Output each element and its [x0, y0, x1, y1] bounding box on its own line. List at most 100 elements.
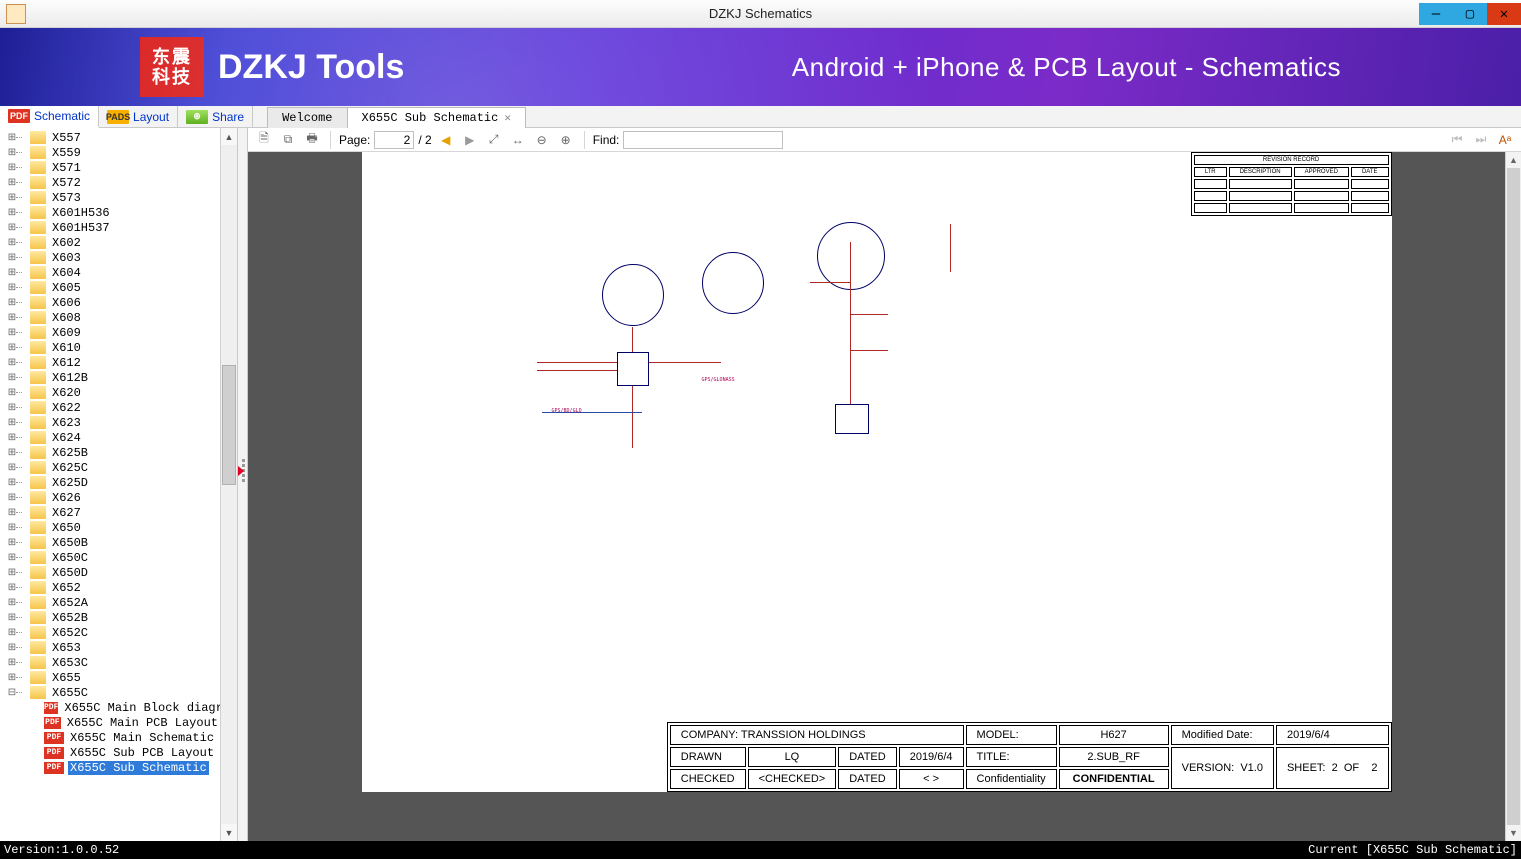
tree-folder[interactable]: ⊞X652B	[6, 610, 220, 625]
tree-folder[interactable]: ⊞X653	[6, 640, 220, 655]
tree-folder-open[interactable]: ⊟X655C	[6, 685, 220, 700]
tree-folder[interactable]: ⊞X573	[6, 190, 220, 205]
find-input[interactable]	[623, 131, 783, 149]
viewer-scroll-down-icon[interactable]: ▼	[1506, 825, 1521, 841]
tree-folder[interactable]: ⊞X655	[6, 670, 220, 685]
viewer-canvas[interactable]: REVISION RECORD LTR DESCRIPTION APPROVED…	[248, 152, 1505, 841]
tree-folder[interactable]: ⊞X653C	[6, 655, 220, 670]
tree-folder[interactable]: ⊞X625B	[6, 445, 220, 460]
minimize-button[interactable]: —	[1419, 3, 1453, 25]
tree-folder[interactable]: ⊞X620	[6, 385, 220, 400]
pdf-file-icon: PDF	[44, 747, 64, 759]
tree-folder[interactable]: ⊞X571	[6, 160, 220, 175]
tree-folder[interactable]: ⊞X652A	[6, 595, 220, 610]
tree-scrollbar[interactable]: ▲ ▼	[220, 128, 237, 841]
close-button[interactable]: ✕	[1487, 3, 1521, 25]
tree-file[interactable]: PDFX655C Main PCB Layout	[6, 715, 220, 730]
viewer-scroll-up-icon[interactable]: ▲	[1506, 152, 1521, 168]
tree-folder[interactable]: ⊞X622	[6, 400, 220, 415]
tb-conf-value: CONFIDENTIAL	[1059, 769, 1169, 789]
sidetab-label: Layout	[133, 110, 169, 124]
print-icon[interactable]: 🖶	[302, 130, 322, 150]
logo-line2: 科技	[152, 67, 192, 87]
tree-label: X612	[50, 356, 83, 370]
tree-file[interactable]: PDFX655C Main Block diagram	[6, 700, 220, 715]
tree-folder[interactable]: ⊞X604	[6, 265, 220, 280]
tree-file[interactable]: PDFX655C Sub Schematic	[6, 760, 220, 775]
prev-page-icon[interactable]: ◀	[436, 130, 456, 150]
brand-logo: 东震 科技	[140, 37, 204, 97]
tree-label: X650	[50, 521, 83, 535]
scroll-down-icon[interactable]: ▼	[221, 824, 237, 841]
tree-folder[interactable]: ⊞X624	[6, 430, 220, 445]
text-style-icon[interactable]: Aᵃ	[1495, 130, 1515, 150]
tree-folder[interactable]: ⊞X652	[6, 580, 220, 595]
find-next-icon[interactable]: ⏭	[1471, 130, 1491, 150]
page-input[interactable]	[374, 131, 414, 149]
folder-icon	[30, 281, 46, 294]
tree-folder[interactable]: ⊞X605	[6, 280, 220, 295]
tree-label: X623	[50, 416, 83, 430]
copy-icon[interactable]: ⧉	[278, 130, 298, 150]
tree-folder[interactable]: ⊞X609	[6, 325, 220, 340]
tree-label: X627	[50, 506, 83, 520]
tree-folder[interactable]: ⊞X601H536	[6, 205, 220, 220]
tree-folder[interactable]: ⊞X650	[6, 520, 220, 535]
tree-folder[interactable]: ⊞X612	[6, 355, 220, 370]
tree-file[interactable]: PDFX655C Sub PCB Layout	[6, 745, 220, 760]
doctab-welcome[interactable]: Welcome	[267, 107, 347, 128]
folder-icon	[30, 161, 46, 174]
folder-icon	[30, 656, 46, 669]
viewer-scrollbar[interactable]: ▲ ▼	[1505, 152, 1521, 841]
folder-icon	[30, 626, 46, 639]
tree-folder[interactable]: ⊞X608	[6, 310, 220, 325]
tree-folder[interactable]: ⊞X623	[6, 415, 220, 430]
splitter[interactable]	[238, 128, 248, 841]
tb-company: COMPANY: TRANSSION HOLDINGS	[670, 725, 964, 745]
doctab-x655c-sub-schematic[interactable]: X655C Sub Schematic ✕	[347, 107, 526, 128]
save-icon[interactable]: 🗎	[254, 130, 274, 150]
folder-icon	[30, 266, 46, 279]
tree-folder[interactable]: ⊞X650C	[6, 550, 220, 565]
find-label: Find:	[593, 133, 620, 147]
scroll-up-icon[interactable]: ▲	[221, 128, 237, 145]
tree-label: X603	[50, 251, 83, 265]
scroll-thumb[interactable]	[222, 365, 236, 485]
tree-folder[interactable]: ⊞X572	[6, 175, 220, 190]
fit-width-icon[interactable]: ↔	[508, 130, 528, 150]
tree-file[interactable]: PDFX655C Main Schematic	[6, 730, 220, 745]
tree-folder[interactable]: ⊞X559	[6, 145, 220, 160]
fit-page-icon[interactable]: ⤢	[484, 130, 504, 150]
find-prev-icon[interactable]: ⏮	[1447, 130, 1467, 150]
tree-folder[interactable]: ⊞X650B	[6, 535, 220, 550]
tree-folder[interactable]: ⊞X625D	[6, 475, 220, 490]
tree-pane: ⊞X557⊞X559⊞X571⊞X572⊞X573⊞X601H536⊞X601H…	[0, 128, 238, 841]
file-tree[interactable]: ⊞X557⊞X559⊞X571⊞X572⊞X573⊞X601H536⊞X601H…	[0, 128, 220, 841]
sidetab-share[interactable]: ⊕ Share	[178, 106, 253, 127]
doctab-close-icon[interactable]: ✕	[504, 111, 511, 125]
tree-folder[interactable]: ⊞X650D	[6, 565, 220, 580]
tree-folder[interactable]: ⊞X601H537	[6, 220, 220, 235]
tree-label: X655C Sub Schematic	[68, 761, 209, 775]
viewer-scroll-thumb[interactable]	[1507, 168, 1520, 825]
sidetab-schematic[interactable]: PDF Schematic	[0, 106, 99, 128]
tree-folder[interactable]: ⊞X557	[6, 130, 220, 145]
tree-folder[interactable]: ⊞X610	[6, 340, 220, 355]
tree-folder[interactable]: ⊞X606	[6, 295, 220, 310]
tree-folder[interactable]: ⊞X625C	[6, 460, 220, 475]
revhist-col: DATE	[1351, 167, 1389, 177]
tree-folder[interactable]: ⊞X626	[6, 490, 220, 505]
tree-folder[interactable]: ⊞X602	[6, 235, 220, 250]
sidetab-label: Schematic	[34, 109, 90, 123]
tree-folder[interactable]: ⊞X652C	[6, 625, 220, 640]
tree-folder[interactable]: ⊞X612B	[6, 370, 220, 385]
zoom-out-icon[interactable]: ⊖	[532, 130, 552, 150]
next-page-icon[interactable]: ▶	[460, 130, 480, 150]
tree-folder[interactable]: ⊞X627	[6, 505, 220, 520]
zoom-in-icon[interactable]: ⊕	[556, 130, 576, 150]
maximize-button[interactable]: ▢	[1453, 3, 1487, 25]
sidetab-layout[interactable]: PADS Layout	[99, 106, 178, 127]
tree-folder[interactable]: ⊞X603	[6, 250, 220, 265]
tb-model-value: H627	[1059, 725, 1169, 745]
brand-tagline: Android + iPhone & PCB Layout - Schemati…	[792, 52, 1341, 83]
